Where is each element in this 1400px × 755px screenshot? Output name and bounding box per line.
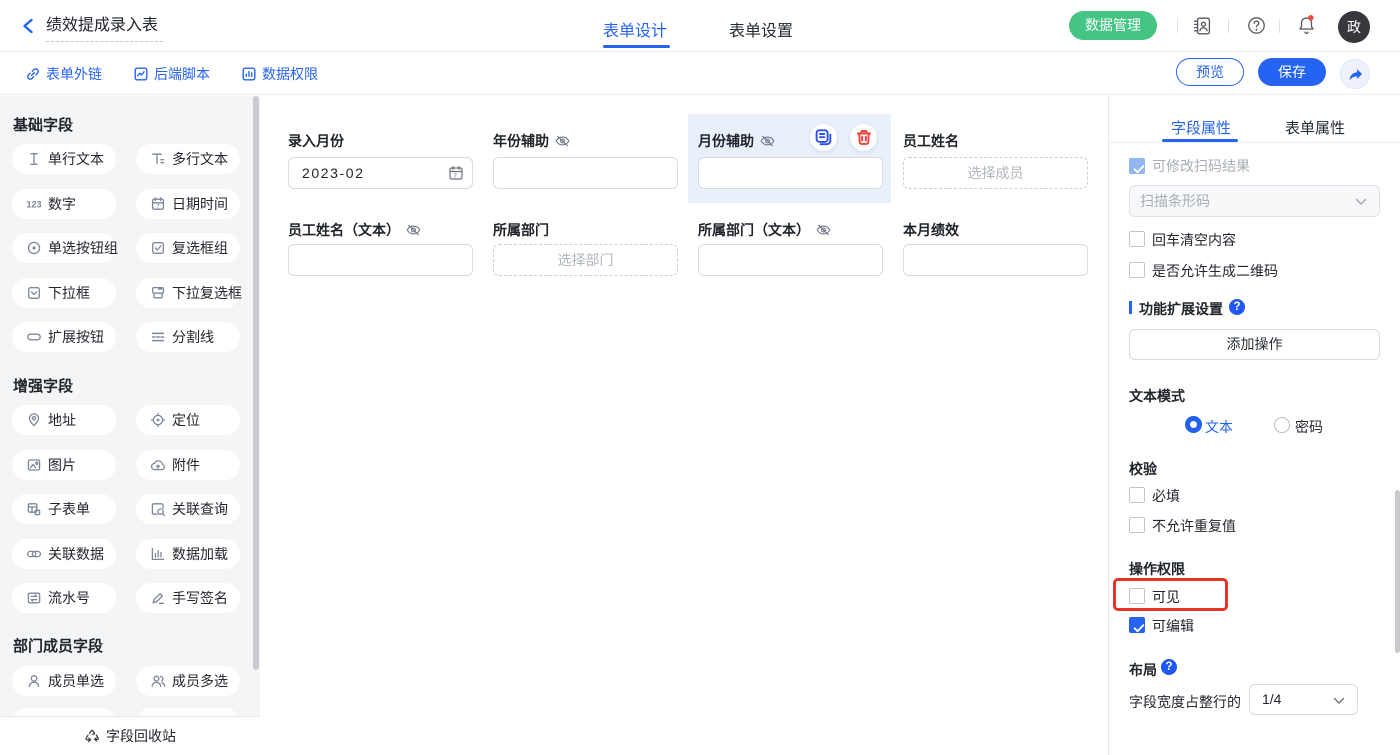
svg-text:7: 7 bbox=[453, 173, 458, 180]
svg-text:123: 123 bbox=[26, 199, 41, 209]
